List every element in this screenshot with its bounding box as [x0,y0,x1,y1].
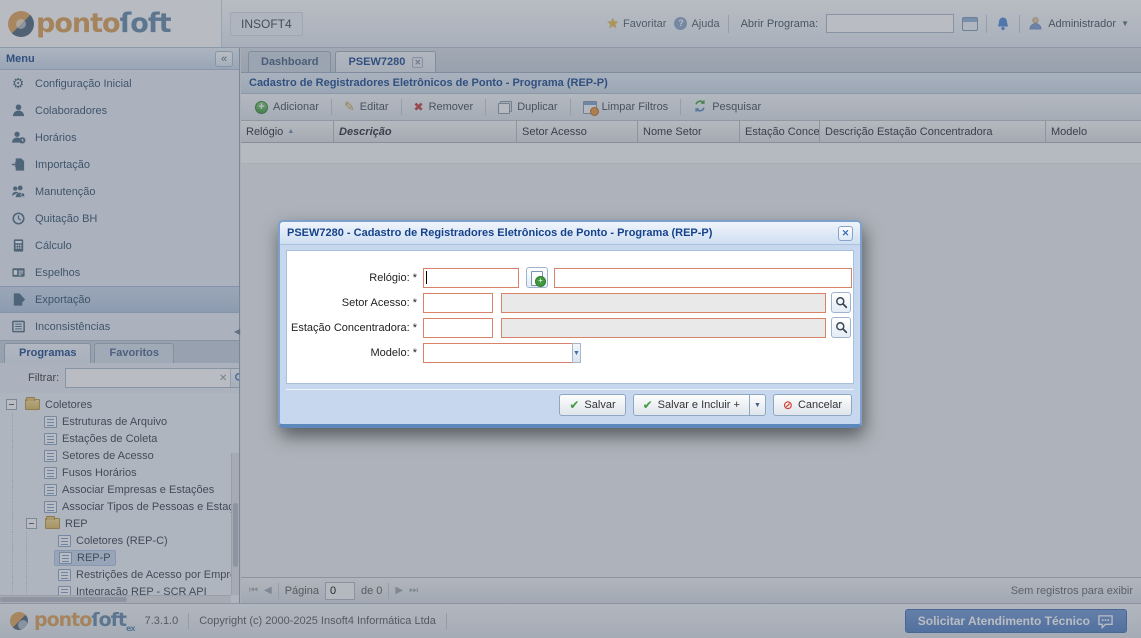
lookup-magnifier-icon[interactable] [831,292,851,313]
estacao-description-readonly [501,318,826,338]
check-icon: ✔ [643,398,653,412]
dialog-titlebar[interactable]: PSEW7280 - Cadastro de Registradores Ele… [280,222,860,245]
setor-acesso-description-readonly [501,293,826,313]
save-and-new-split-button: ✔ Salvar e Incluir + ▼ [633,394,766,416]
lookup-magnifier-icon[interactable] [831,317,851,338]
modelo-combobox[interactable]: ▼ [423,343,545,363]
button-label: Salvar e Incluir + [658,399,740,411]
relogio-input[interactable] [424,269,572,287]
split-chevron-down-icon[interactable]: ▼ [750,394,766,416]
modelo-label: Modelo: * [287,347,423,359]
save-and-new-button[interactable]: ✔ Salvar e Incluir + [633,394,750,416]
form-row-estacao-concentradora: Estação Concentradora: * [287,315,853,340]
setor-acesso-label: Setor Acesso: * [287,297,423,309]
app-screen: pontoſoft INSOFT4 ★ Favoritar ? Ajuda Ab… [0,0,1141,638]
dialog-footer: ✔ Salvar ✔ Salvar e Incluir + ▼ ⊘ Cancelar [286,389,854,419]
setor-acesso-input[interactable] [423,293,493,313]
form-row-modelo: Modelo: * ▼ [287,340,853,365]
button-label: Cancelar [798,399,842,411]
descricao-input[interactable] [554,268,852,288]
cancel-button[interactable]: ⊘ Cancelar [773,394,852,416]
estacao-concentradora-label: Estação Concentradora: * [287,322,423,334]
dialog-title: PSEW7280 - Cadastro de Registradores Ele… [287,227,712,239]
deny-icon: ⊘ [783,398,793,412]
dialog-form: Relógio: * ▲ ▼ Setor Acesso: * Estaç [286,250,854,384]
chevron-down-icon[interactable]: ▼ [572,343,581,363]
check-icon: ✔ [569,398,579,412]
relogio-spinner-field: ▲ ▼ [423,268,519,288]
form-row-setor-acesso: Setor Acesso: * [287,290,853,315]
close-icon[interactable]: ✕ [838,226,853,241]
button-label: Salvar [584,399,615,411]
estacao-concentradora-input[interactable] [423,318,493,338]
modelo-input[interactable] [423,343,572,363]
new-record-icon-button[interactable] [526,267,548,288]
rep-p-dialog: PSEW7280 - Cadastro de Registradores Ele… [278,220,862,428]
form-row-relogio: Relógio: * ▲ ▼ [287,265,853,290]
save-button[interactable]: ✔ Salvar [559,394,625,416]
relogio-label: Relógio: * [287,272,423,284]
